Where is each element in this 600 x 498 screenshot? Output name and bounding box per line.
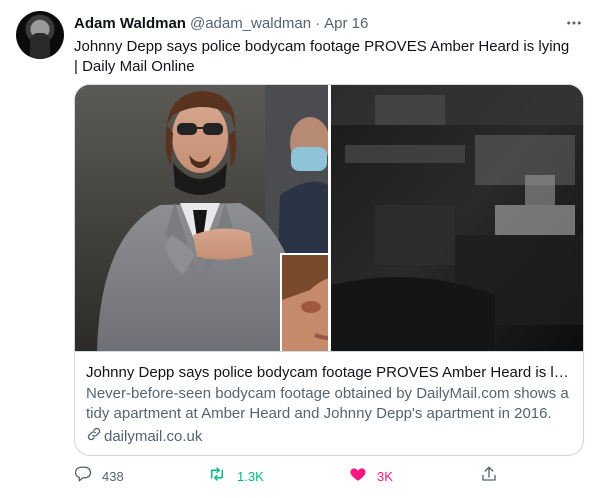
tweet-text: Johnny Depp says police bodycam footage … <box>74 38 570 75</box>
tweet[interactable]: Adam Waldman @adam_waldman · Apr 16 John… <box>0 0 600 498</box>
tweet-date[interactable]: Apr 16 <box>324 15 368 32</box>
card-body[interactable]: Johnny Depp says police bodycam footage … <box>75 351 583 455</box>
reply-count: 438 <box>102 468 124 484</box>
retweet-count: 1.3K <box>237 468 264 484</box>
share-icon <box>480 465 498 488</box>
avatar[interactable] <box>16 11 64 59</box>
like-button[interactable]: 3K <box>349 462 393 490</box>
heart-filled-icon <box>349 465 367 488</box>
share-button[interactable] <box>480 462 498 490</box>
separator-dot: · <box>315 14 321 32</box>
retweet-icon <box>207 465 227 488</box>
more-horizontal-icon[interactable] <box>564 13 584 33</box>
card-title: Johnny Depp says police bodycam footage … <box>86 364 574 381</box>
author-name[interactable]: Adam Waldman <box>74 15 186 32</box>
like-count: 3K <box>377 468 393 484</box>
link-card[interactable]: Johnny Depp says police bodycam footage … <box>74 84 584 456</box>
retweet-button[interactable]: 1.3K <box>207 462 264 490</box>
card-domain: dailymail.co.uk <box>104 428 203 445</box>
card-domain-row: dailymail.co.uk <box>86 426 574 448</box>
card-image-graphic <box>75 85 583 351</box>
reply-icon <box>74 465 92 488</box>
tweet-header: Adam Waldman @adam_waldman · Apr 16 <box>74 13 584 33</box>
avatar-figure <box>30 33 50 59</box>
card-description: Never-before-seen bodycam footage obtain… <box>86 385 569 422</box>
reply-button[interactable]: 438 <box>74 462 124 490</box>
link-icon <box>86 426 104 448</box>
card-image[interactable] <box>75 85 583 351</box>
author-handle[interactable]: @adam_waldman <box>190 15 311 32</box>
tweet-actions: 438 1.3K 3K <box>74 462 584 490</box>
